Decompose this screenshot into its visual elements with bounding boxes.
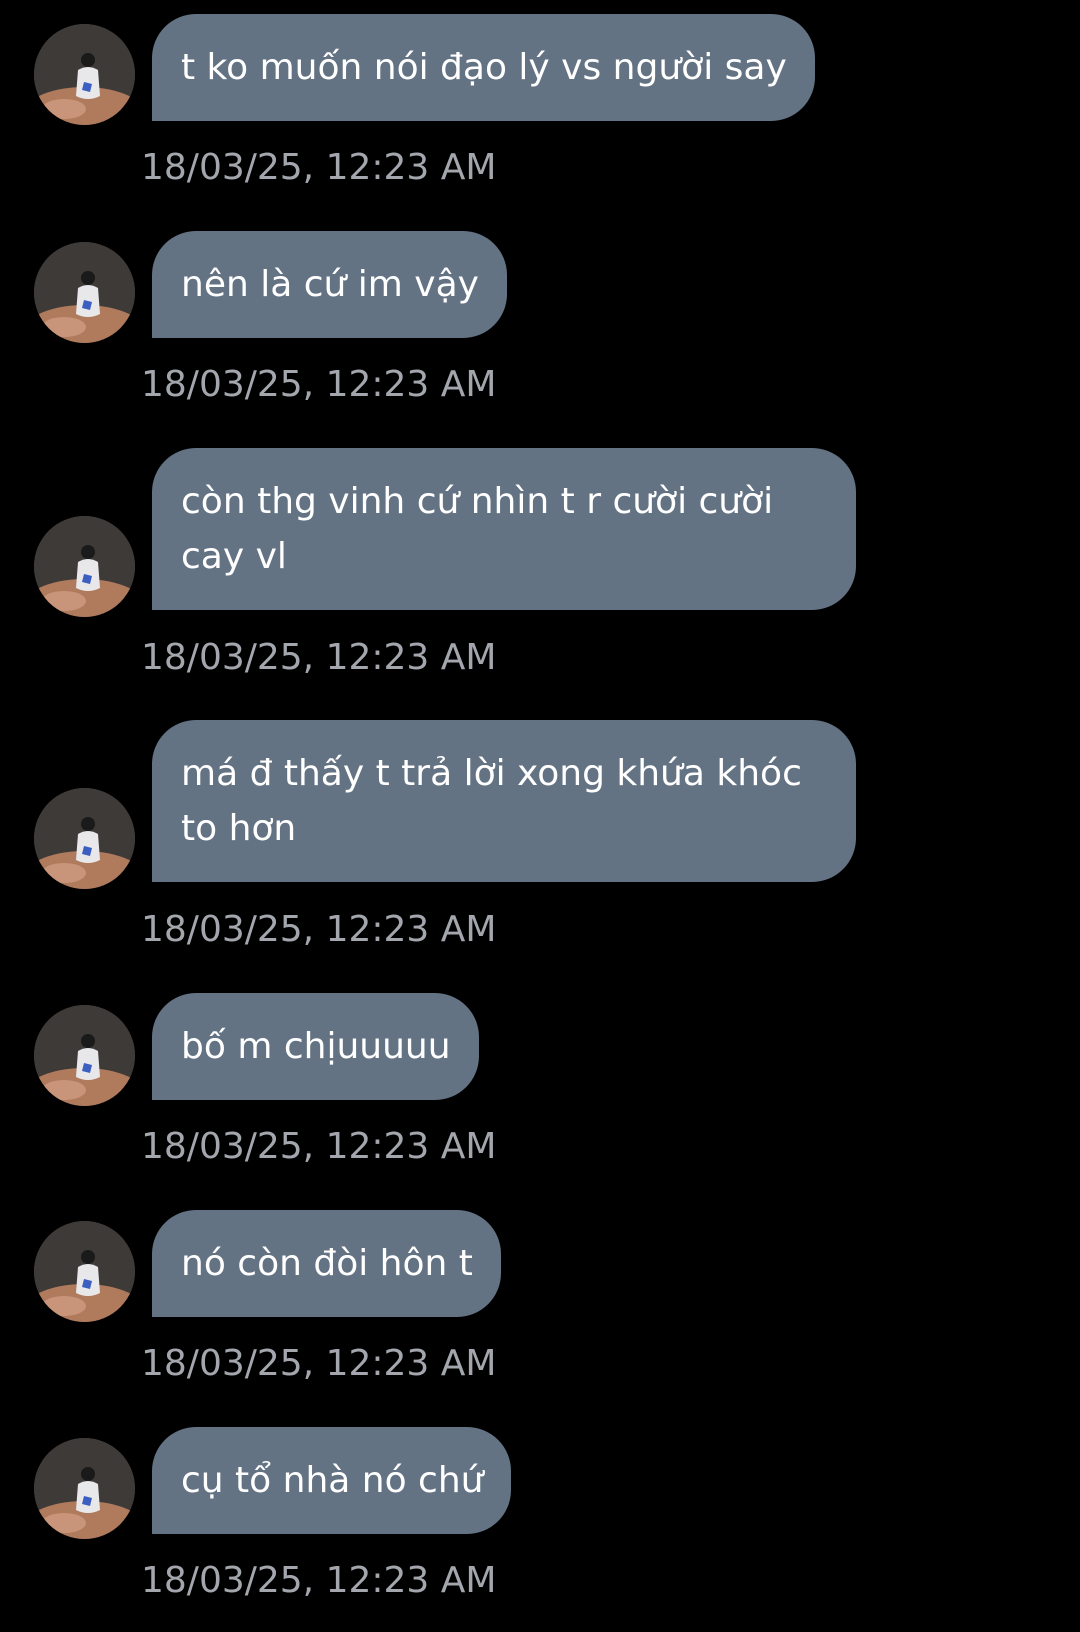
avatar[interactable] bbox=[34, 242, 135, 343]
message-timestamp: 18/03/25, 12:23 AM bbox=[141, 637, 497, 678]
avatar[interactable] bbox=[34, 24, 135, 125]
avatar-photo-icon bbox=[34, 1221, 135, 1322]
avatar-photo-icon bbox=[34, 24, 135, 125]
message-bubble[interactable]: t ko muốn nói đạo lý vs người say bbox=[152, 14, 815, 121]
message-bubble[interactable]: cụ tổ nhà nó chứ bbox=[152, 1427, 512, 1534]
avatar[interactable] bbox=[34, 1438, 135, 1539]
avatar[interactable] bbox=[34, 516, 135, 617]
avatar-photo-icon bbox=[34, 516, 135, 617]
message-timestamp: 18/03/25, 12:23 AM bbox=[141, 909, 497, 950]
message-bubble[interactable]: má đ thấy t trả lời xong khứa khóc to hơ… bbox=[152, 720, 856, 882]
avatar-photo-icon bbox=[34, 1005, 135, 1106]
message-bubble[interactable]: nên là cứ im vậy bbox=[152, 231, 507, 338]
message-bubble[interactable]: nó còn đòi hôn t bbox=[152, 1210, 501, 1317]
message-bubble[interactable]: còn thg vinh cứ nhìn t r cười cười cay v… bbox=[152, 448, 856, 610]
message-timestamp: 18/03/25, 12:23 AM bbox=[141, 147, 497, 188]
message-timestamp: 18/03/25, 12:23 AM bbox=[141, 1560, 497, 1601]
avatar[interactable] bbox=[34, 1221, 135, 1322]
avatar[interactable] bbox=[34, 788, 135, 889]
message-timestamp: 18/03/25, 12:23 AM bbox=[141, 364, 497, 405]
avatar[interactable] bbox=[34, 1005, 135, 1106]
chat-thread: t ko muốn nói đạo lý vs người say 18/03/… bbox=[0, 0, 1080, 1632]
avatar-photo-icon bbox=[34, 1438, 135, 1539]
message-bubble[interactable]: bố m chịuuuuu bbox=[152, 993, 479, 1100]
message-timestamp: 18/03/25, 12:23 AM bbox=[141, 1343, 497, 1384]
message-timestamp: 18/03/25, 12:23 AM bbox=[141, 1126, 497, 1167]
avatar-photo-icon bbox=[34, 788, 135, 889]
avatar-photo-icon bbox=[34, 242, 135, 343]
